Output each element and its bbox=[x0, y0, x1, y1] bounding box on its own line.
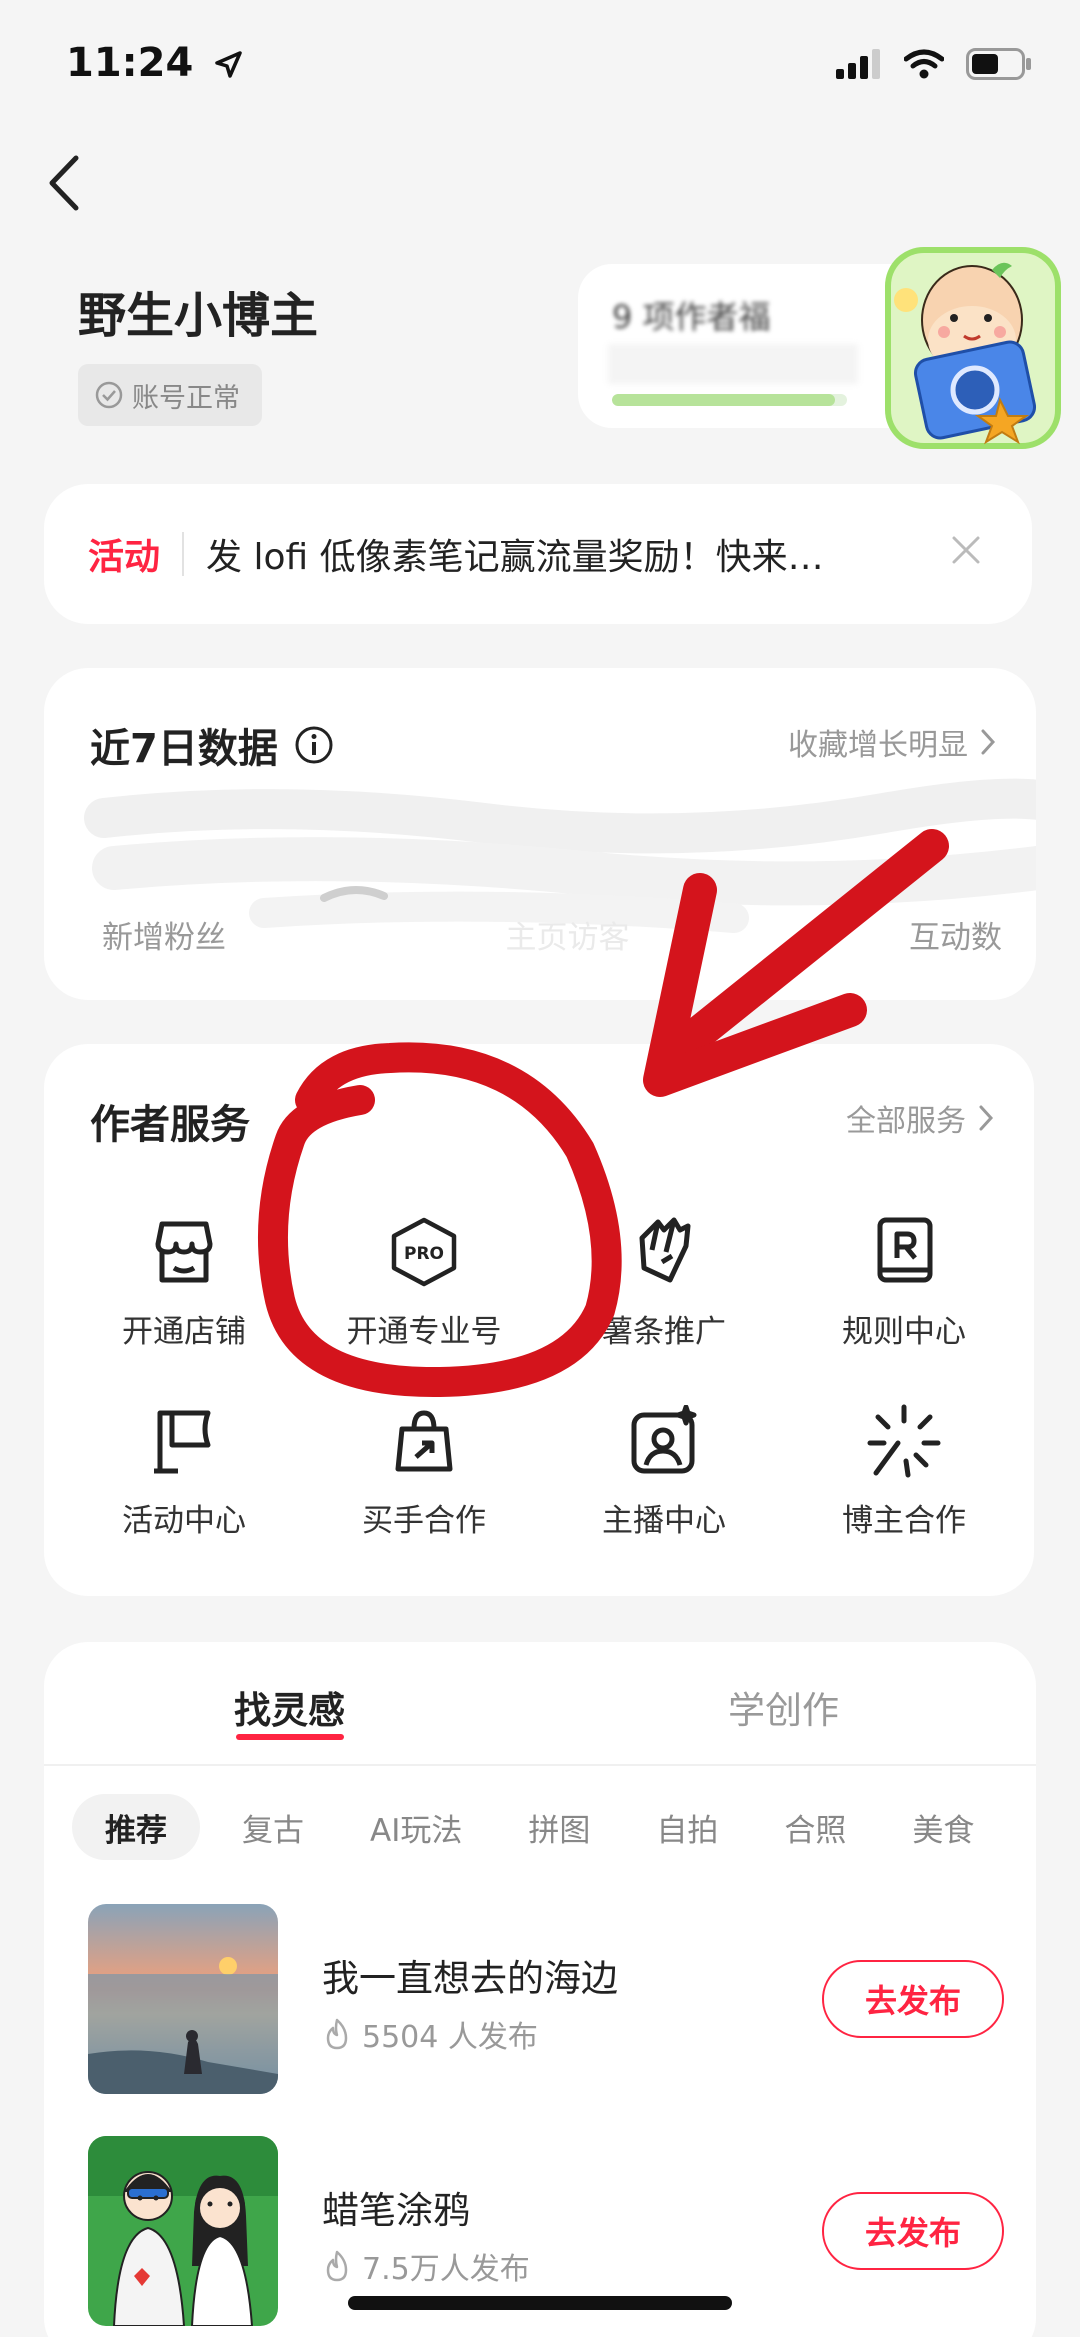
service-promotion[interactable]: 薯条推广 bbox=[544, 1214, 784, 1351]
data-label-new-fans: 新增粉丝 bbox=[102, 920, 226, 956]
chip-collage[interactable]: 拼图 bbox=[504, 1794, 614, 1860]
inspiration-card: 找灵感 学创作 推荐 复古 AI玩法 拼图 自拍 合照 美食 我一直想去的海边 … bbox=[44, 1642, 1036, 2337]
weekly-data-link[interactable]: 收藏增长明显 bbox=[788, 720, 996, 764]
service-blogger-coop[interactable]: 博主合作 bbox=[784, 1403, 1024, 1540]
services-title: 作者服务 bbox=[90, 1102, 250, 1148]
task-subtitle-blurred bbox=[608, 344, 858, 384]
status-bar: 11:24 bbox=[0, 0, 1080, 130]
chip-recommended[interactable]: 推荐 bbox=[72, 1794, 200, 1860]
data-label-visitors: 主页访客 bbox=[505, 920, 630, 956]
home-indicator[interactable] bbox=[348, 2296, 732, 2310]
fries-icon bbox=[626, 1214, 702, 1290]
signal-icon bbox=[836, 49, 880, 79]
back-button[interactable] bbox=[34, 150, 94, 216]
flag-icon bbox=[146, 1403, 222, 1479]
services-grid: 开通店铺 PRO 开通专业号 薯条推广 规则中心 活动中心 买手合作 主播中心 … bbox=[64, 1214, 1024, 1540]
seaside-thumbnail bbox=[88, 1904, 278, 2094]
item-title: 蜡笔涂鸦 bbox=[322, 2189, 470, 2232]
activity-divider bbox=[182, 532, 185, 576]
item-count: 7.5万人发布 bbox=[322, 2244, 530, 2288]
chevron-right-icon bbox=[981, 729, 996, 755]
tab-find-inspiration[interactable]: 找灵感 bbox=[234, 1680, 345, 1734]
category-chips: 推荐 复古 AI玩法 拼图 自拍 合照 美食 bbox=[72, 1794, 1016, 1860]
service-activity-center[interactable]: 活动中心 bbox=[64, 1403, 304, 1540]
close-icon[interactable] bbox=[946, 530, 986, 570]
author-services-card: 作者服务 全部服务 开通店铺 PRO 开通专业号 薯条推广 规则中心 活动中心 … bbox=[44, 1044, 1034, 1596]
wifi-icon bbox=[904, 49, 944, 79]
item-count-text: 7.5万人发布 bbox=[362, 2252, 530, 2287]
service-label: 博主合作 bbox=[842, 1503, 966, 1539]
service-open-store[interactable]: 开通店铺 bbox=[64, 1214, 304, 1351]
rulebook-icon bbox=[866, 1214, 942, 1290]
tab-learn-creation[interactable]: 学创作 bbox=[728, 1680, 839, 1734]
service-label: 薯条推广 bbox=[602, 1314, 726, 1350]
item-count-text: 5504 人发布 bbox=[362, 2020, 538, 2055]
flame-icon bbox=[326, 2250, 348, 2282]
shopping-bag-icon bbox=[386, 1403, 462, 1479]
inspiration-item[interactable]: 我一直想去的海边 5504 人发布 去发布 bbox=[88, 1904, 1004, 2094]
all-services-text: 全部服务 bbox=[846, 1104, 966, 1139]
service-label: 买手合作 bbox=[362, 1503, 486, 1539]
info-icon[interactable] bbox=[294, 725, 334, 765]
publish-button[interactable]: 去发布 bbox=[822, 2192, 1004, 2270]
service-buyer-coop[interactable]: 买手合作 bbox=[304, 1403, 544, 1540]
chevron-left-icon bbox=[49, 155, 79, 211]
service-label: 规则中心 bbox=[842, 1314, 966, 1350]
service-label: 活动中心 bbox=[122, 1503, 246, 1539]
item-count: 5504 人发布 bbox=[322, 2012, 538, 2056]
task-progress-fill bbox=[612, 394, 836, 406]
all-services-link[interactable]: 全部服务 bbox=[846, 1096, 994, 1140]
activity-banner[interactable]: 活动 发 lofi 低像素笔记赢流量奖励！快来… bbox=[44, 484, 1032, 624]
flame-icon bbox=[326, 2018, 348, 2050]
weekly-data-labels: 新增粉丝 主页访客 互动数 bbox=[102, 912, 1002, 957]
svg-text:PRO: PRO bbox=[404, 1244, 444, 1264]
storefront-icon bbox=[146, 1214, 222, 1290]
weekly-data-header: 近7日数据 bbox=[90, 716, 334, 774]
location-arrow-icon bbox=[215, 51, 243, 78]
pro-badge-icon: PRO bbox=[386, 1214, 462, 1290]
chevron-right-icon bbox=[979, 1105, 994, 1131]
crayon-doodle-thumbnail bbox=[88, 2136, 278, 2326]
chip-ai[interactable]: AI玩法 bbox=[346, 1794, 486, 1860]
item-title: 我一直想去的海边 bbox=[322, 1957, 618, 2000]
activity-text: 发 lofi 低像素笔记赢流量奖励！快来… bbox=[206, 537, 824, 578]
weekly-data-link-text: 收藏增长明显 bbox=[788, 728, 968, 763]
chip-food[interactable]: 美食 bbox=[888, 1794, 998, 1860]
chip-selfie[interactable]: 自拍 bbox=[632, 1794, 742, 1860]
service-label: 开通店铺 bbox=[122, 1314, 246, 1350]
weekly-data-title: 近7日数据 bbox=[90, 726, 278, 772]
battery-icon bbox=[966, 48, 1031, 80]
chip-group-photo[interactable]: 合照 bbox=[760, 1794, 870, 1860]
chip-retro[interactable]: 复古 bbox=[218, 1794, 328, 1860]
sparkle-icon bbox=[866, 1403, 942, 1479]
host-icon bbox=[626, 1403, 702, 1479]
tabs-divider bbox=[44, 1764, 1036, 1766]
activity-tag: 活动 bbox=[88, 537, 161, 578]
service-host-center[interactable]: 主播中心 bbox=[544, 1403, 784, 1540]
clock-text: 11:24 bbox=[66, 40, 194, 86]
account-status-badge[interactable]: 账号正常 bbox=[78, 364, 262, 426]
service-rules[interactable]: 规则中心 bbox=[784, 1214, 1024, 1351]
status-time: 11:24 bbox=[66, 40, 243, 86]
weekly-data-card[interactable]: 近7日数据 收藏增长明显 新增粉丝 主页访客 互动数 bbox=[44, 668, 1036, 1000]
mascot-sticker-icon bbox=[885, 247, 1061, 449]
username: 野生小博主 bbox=[78, 288, 319, 344]
check-circle-icon bbox=[95, 381, 123, 409]
data-label-interactions: 互动数 bbox=[909, 920, 1002, 956]
account-status-text: 账号正常 bbox=[132, 382, 240, 414]
task-text: 9 项作者福 bbox=[612, 298, 771, 336]
service-label: 主播中心 bbox=[602, 1503, 726, 1539]
active-tab-underline bbox=[236, 1734, 344, 1740]
task-progress-bar bbox=[612, 394, 847, 406]
service-label: 开通专业号 bbox=[346, 1314, 502, 1350]
publish-button[interactable]: 去发布 bbox=[822, 1960, 1004, 2038]
service-open-pro[interactable]: PRO 开通专业号 bbox=[304, 1214, 544, 1351]
status-icons bbox=[836, 48, 1032, 80]
